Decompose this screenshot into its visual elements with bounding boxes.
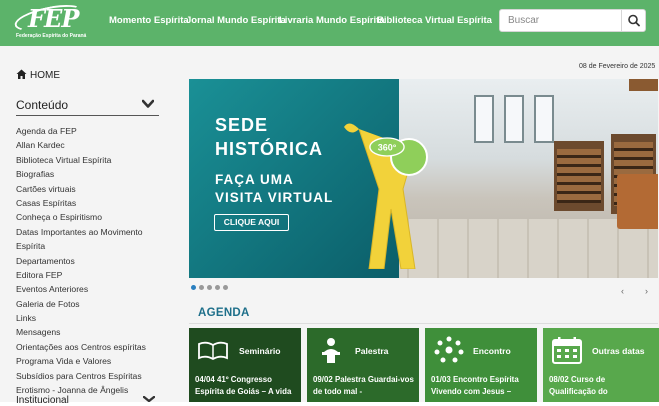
sidebar-item-orientacoes[interactable]: Orientações aos Centros espíritas: [16, 340, 176, 354]
calendar-icon: [552, 337, 582, 364]
banner-cta-button[interactable]: CLIQUE AQUI: [214, 214, 289, 231]
sidebar-item-datas[interactable]: Datas Importantes ao Movimento Espírita: [16, 225, 166, 254]
sidebar-item-allan-kardec[interactable]: Allan Kardec: [16, 138, 176, 152]
carousel-dot-5[interactable]: [223, 285, 228, 290]
fep-logo[interactable]: FEP Federação Espírita do Paraná: [12, 0, 88, 40]
current-date: 08 de Fevereiro de 2025: [579, 63, 656, 70]
content-menu: Agenda da FEP Allan Kardec Biblioteca Vi…: [16, 124, 176, 397]
nav-momento-espirita[interactable]: Momento Espírita: [109, 15, 189, 26]
carousel-next-button[interactable]: ›: [645, 286, 648, 296]
chevron-down-icon: [143, 396, 155, 402]
card-description: 09/02 Palestra Guardai-vos de todo mal -: [313, 375, 414, 396]
top-navigation-bar: FEP Federação Espírita do Paraná Momento…: [0, 0, 659, 46]
divider: [189, 323, 658, 324]
sidebar-item-mensagens[interactable]: Mensagens: [16, 325, 176, 339]
banner-title: SEDE HISTÓRICA: [215, 115, 323, 159]
sidebar-item-agenda[interactable]: Agenda da FEP: [16, 124, 176, 138]
svg-text:360°: 360°: [378, 143, 397, 153]
360-badge: 360°: [369, 137, 405, 157]
hero-banner[interactable]: SEDE HISTÓRICA FAÇA UMA VISITA VIRTUAL C…: [189, 79, 658, 278]
sidebar-item-links[interactable]: Links: [16, 311, 176, 325]
card-title: Encontro: [473, 346, 511, 356]
sidebar-item-subsidios[interactable]: Subsídios para Centros Espíritas: [16, 369, 176, 383]
home-icon: [16, 69, 27, 79]
search-icon: [628, 14, 640, 27]
sidebar-item-casas[interactable]: Casas Espíritas: [16, 196, 176, 210]
sidebar-item-biblioteca[interactable]: Biblioteca Virtual Espírita: [16, 153, 176, 167]
carousel-dot-2[interactable]: [199, 285, 204, 290]
content-section-header[interactable]: Conteúdo: [16, 97, 159, 116]
search-button[interactable]: [621, 10, 645, 31]
card-title: Seminário: [239, 346, 281, 356]
sidebar-item-eventos[interactable]: Eventos Anteriores: [16, 282, 176, 296]
agenda-card-palestra[interactable]: Palestra 09/02 Palestra Guardai-vos de t…: [307, 328, 419, 402]
sidebar-item-conheca[interactable]: Conheça o Espiritismo: [16, 210, 176, 224]
sidebar-footer-section[interactable]: Institucional: [16, 395, 69, 406]
agenda-card-outras-datas[interactable]: Outras datas 08/02 Curso de Qualificação…: [543, 328, 659, 402]
sidebar-item-departamentos[interactable]: Departamentos: [16, 254, 176, 268]
people-circle-icon: [434, 336, 464, 363]
open-book-icon: [198, 341, 228, 361]
agenda-heading: AGENDA: [198, 307, 250, 319]
sidebar-item-programa[interactable]: Programa Vida e Valores: [16, 354, 176, 368]
carousel-prev-button[interactable]: ‹: [621, 286, 624, 296]
agenda-card-encontro[interactable]: Encontro 01/03 Encontro Espírita Vivendo…: [425, 328, 537, 402]
search-box: [499, 9, 646, 32]
card-title: Outras datas: [592, 346, 645, 356]
agenda-card-seminario[interactable]: Seminário 04/04 41º Congresso Espírita d…: [189, 328, 301, 402]
card-description: 04/04 41º Congresso Espírita de Goiás – …: [195, 375, 292, 396]
nav-jornal-mundo-espirita[interactable]: Jornal Mundo Espírita: [186, 15, 286, 26]
carousel-dot-4[interactable]: [215, 285, 220, 290]
banner-subtitle: FAÇA UMA VISITA VIRTUAL: [215, 172, 334, 205]
card-description: 01/03 Encontro Espírita Vivendo com Jesu…: [431, 375, 519, 396]
section-title: Conteúdo: [16, 98, 69, 112]
home-label: HOME: [30, 70, 60, 81]
card-title: Palestra: [355, 346, 389, 356]
carousel-dot-1[interactable]: [191, 285, 196, 290]
sidebar-item-cartoes[interactable]: Cartões virtuais: [16, 182, 176, 196]
chevron-down-icon: [142, 99, 154, 108]
sidebar-item-biografias[interactable]: Biografias: [16, 167, 176, 181]
nav-biblioteca-virtual[interactable]: Biblioteca Virtual Espírita: [377, 15, 492, 26]
sidebar-item-galeria[interactable]: Galeria de Fotos: [16, 297, 176, 311]
sidebar-item-editora[interactable]: Editora FEP: [16, 268, 176, 282]
logo-subtitle: Federação Espírita do Paraná: [16, 33, 87, 39]
carousel-dot-3[interactable]: [207, 285, 212, 290]
search-input[interactable]: [500, 10, 622, 31]
logo-text: FEP: [28, 4, 79, 33]
speaker-lectern-icon: [322, 338, 340, 363]
nav-livraria-mundo-espirita[interactable]: Livraria Mundo Espírita: [279, 15, 385, 26]
card-description: 08/02 Curso de Qualificação do: [549, 375, 608, 396]
